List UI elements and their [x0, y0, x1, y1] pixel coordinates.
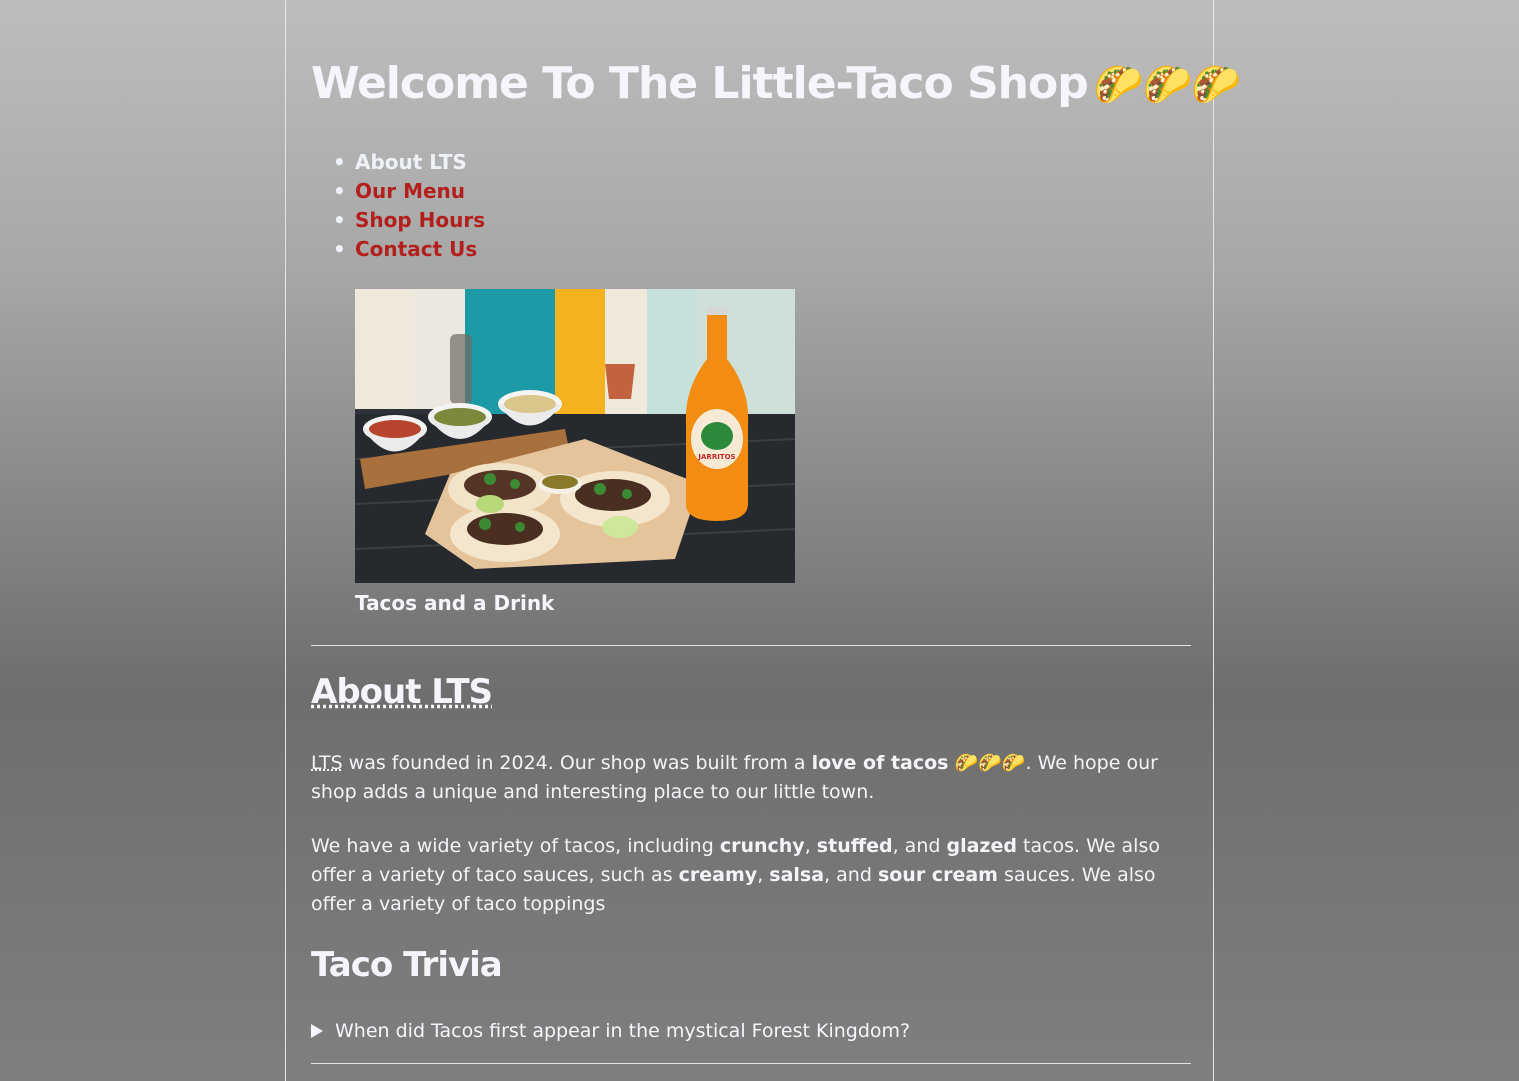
nav-item-contact: Contact Us	[333, 235, 485, 264]
nav-link-hours[interactable]: Shop Hours	[355, 208, 485, 232]
lts-abbr: LTS	[311, 752, 343, 774]
about-heading: About LTS	[311, 672, 493, 712]
trivia-question-toggle[interactable]: When did Tacos first appear in the mysti…	[311, 1020, 910, 1042]
nav-item-about: About LTS	[333, 148, 485, 177]
nav-list: About LTS Our Menu Shop Hours Contact Us	[311, 148, 485, 264]
taco-icon: 🌮🌮🌮	[948, 752, 1026, 774]
divider-top	[311, 645, 1191, 646]
nav-link-menu[interactable]: Our Menu	[355, 179, 465, 203]
figure-caption: Tacos and a Drink	[355, 591, 555, 615]
tacos-photo-illustration: JARRITOS	[355, 289, 795, 583]
trivia-heading: Taco Trivia	[311, 945, 503, 985]
nav-link-contact[interactable]: Contact Us	[355, 237, 477, 261]
page-title: Welcome To The Little-Taco Shop 🌮🌮🌮	[311, 58, 1241, 109]
nav-item-menu: Our Menu	[333, 177, 485, 206]
page-container: Welcome To The Little-Taco Shop🌮🌮🌮 About…	[285, 0, 1241, 1081]
svg-text:JARRITOS: JARRITOS	[697, 453, 735, 461]
trivia-question-text[interactable]: When did Tacos first appear in the mysti…	[335, 1020, 910, 1042]
disclosure-triangle-icon[interactable]	[311, 1024, 323, 1038]
divider-bottom	[311, 1063, 1191, 1064]
nav-item-hours: Shop Hours	[333, 206, 485, 235]
taco-icon: 🌮🌮🌮	[1093, 62, 1241, 108]
tacos-photo: JARRITOS	[355, 289, 795, 583]
nav-link-about[interactable]: About LTS	[355, 150, 467, 174]
about-paragraph-1: LTS was founded in 2024. Our shop was bu…	[311, 752, 1158, 803]
tacos-figure: JARRITOS Tacos and a Drink	[355, 289, 795, 615]
about-paragraph-2: We have a wide variety of tacos, includi…	[311, 835, 1160, 915]
